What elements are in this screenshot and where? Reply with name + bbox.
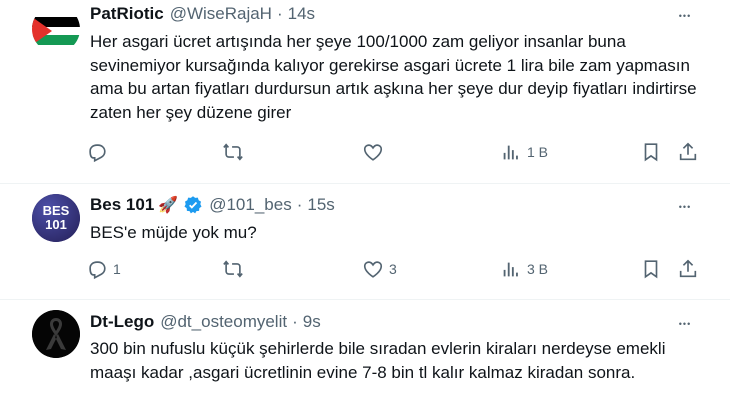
view-count: 1 B [527, 144, 549, 160]
like-button[interactable]: 3 [362, 258, 397, 280]
view-count: 3 B [527, 261, 549, 277]
heart-icon [363, 144, 383, 161]
retweet-button[interactable] [222, 258, 249, 280]
more-icon: ••• [678, 319, 692, 329]
tweet-3[interactable]: Dt-Lego @dt_osteomyelit · 9s ••• 300 bin… [0, 300, 730, 420]
verified-badge-icon [183, 195, 203, 215]
timestamp[interactable]: 9s [303, 312, 321, 332]
user-handle[interactable]: @WiseRajaH [170, 4, 272, 24]
heart-icon [363, 261, 383, 278]
reply-button[interactable] [86, 141, 113, 163]
views-icon [503, 262, 518, 277]
tweet-header: Dt-Lego @dt_osteomyelit · 9s [90, 312, 321, 332]
views-button[interactable]: 3 B [500, 258, 548, 280]
bookmark-icon [644, 260, 658, 279]
tweet-text: Her asgari ücret artışında her şeye 100/… [90, 32, 697, 122]
retweet-button[interactable] [222, 141, 249, 163]
timestamp[interactable]: 15s [307, 195, 334, 215]
retweet-icon [223, 260, 243, 278]
share-button[interactable] [677, 141, 699, 163]
tweet-header: Bes 101 🚀 @101_bes · 15s [90, 195, 335, 215]
display-name[interactable]: Dt-Lego [90, 312, 154, 332]
share-button[interactable] [677, 258, 699, 280]
avatar[interactable]: BES 101 [32, 194, 80, 242]
avatar-logo: BES 101 [32, 194, 80, 242]
tweet-2[interactable]: BES 101 Bes 101 🚀 @101_bes · 15s ••• BES… [0, 184, 730, 300]
avatar[interactable] [32, 5, 80, 53]
timestamp[interactable]: 14s [288, 4, 315, 24]
like-count: 3 [389, 261, 397, 277]
tweet-actions: 1 3 3 B [80, 256, 704, 282]
tweet-text: BES'e müjde yok mu? [90, 223, 257, 242]
more-options-button[interactable]: ••• [674, 196, 696, 218]
avatar-text-top: BES [42, 203, 70, 218]
more-options-button[interactable]: ••• [674, 5, 696, 27]
bookmark-button[interactable] [640, 141, 662, 163]
more-options-button[interactable]: ••• [674, 313, 696, 335]
reply-button[interactable]: 1 [86, 258, 121, 280]
user-handle[interactable]: @101_bes [209, 195, 292, 215]
tweet-actions: 1 B [80, 139, 704, 165]
views-icon [503, 145, 518, 160]
display-name[interactable]: PatRiotic [90, 4, 164, 24]
bookmark-icon [644, 143, 658, 162]
tweet-text: 300 bin nufuslu küçük şehirlerde bile sı… [90, 339, 666, 382]
avatar-text-bottom: 101 [45, 217, 67, 232]
separator: · [296, 195, 303, 214]
palestine-flag-icon [32, 5, 80, 53]
views-button[interactable]: 1 B [500, 141, 548, 163]
avatar[interactable] [32, 310, 80, 358]
separator: · [292, 312, 298, 331]
share-icon [679, 142, 697, 161]
tweet-header: PatRiotic @WiseRajaH · 14s [90, 4, 315, 24]
black-ribbon-icon [32, 310, 80, 358]
reply-icon [89, 144, 106, 163]
more-icon: ••• [678, 202, 692, 212]
bookmark-button[interactable] [640, 258, 662, 280]
retweet-icon [223, 143, 243, 161]
more-icon: ••• [678, 11, 692, 21]
reply-count: 1 [113, 261, 121, 277]
reply-icon [89, 261, 106, 280]
separator: · [276, 4, 283, 23]
share-icon [679, 259, 697, 278]
tweet-1[interactable]: PatRiotic @WiseRajaH · 14s ••• Her asgar… [0, 0, 730, 184]
display-name[interactable]: Bes 101 [90, 195, 154, 215]
like-button[interactable] [362, 141, 389, 163]
rocket-emoji: 🚀 [158, 197, 179, 214]
user-handle[interactable]: @dt_osteomyelit [160, 312, 287, 332]
